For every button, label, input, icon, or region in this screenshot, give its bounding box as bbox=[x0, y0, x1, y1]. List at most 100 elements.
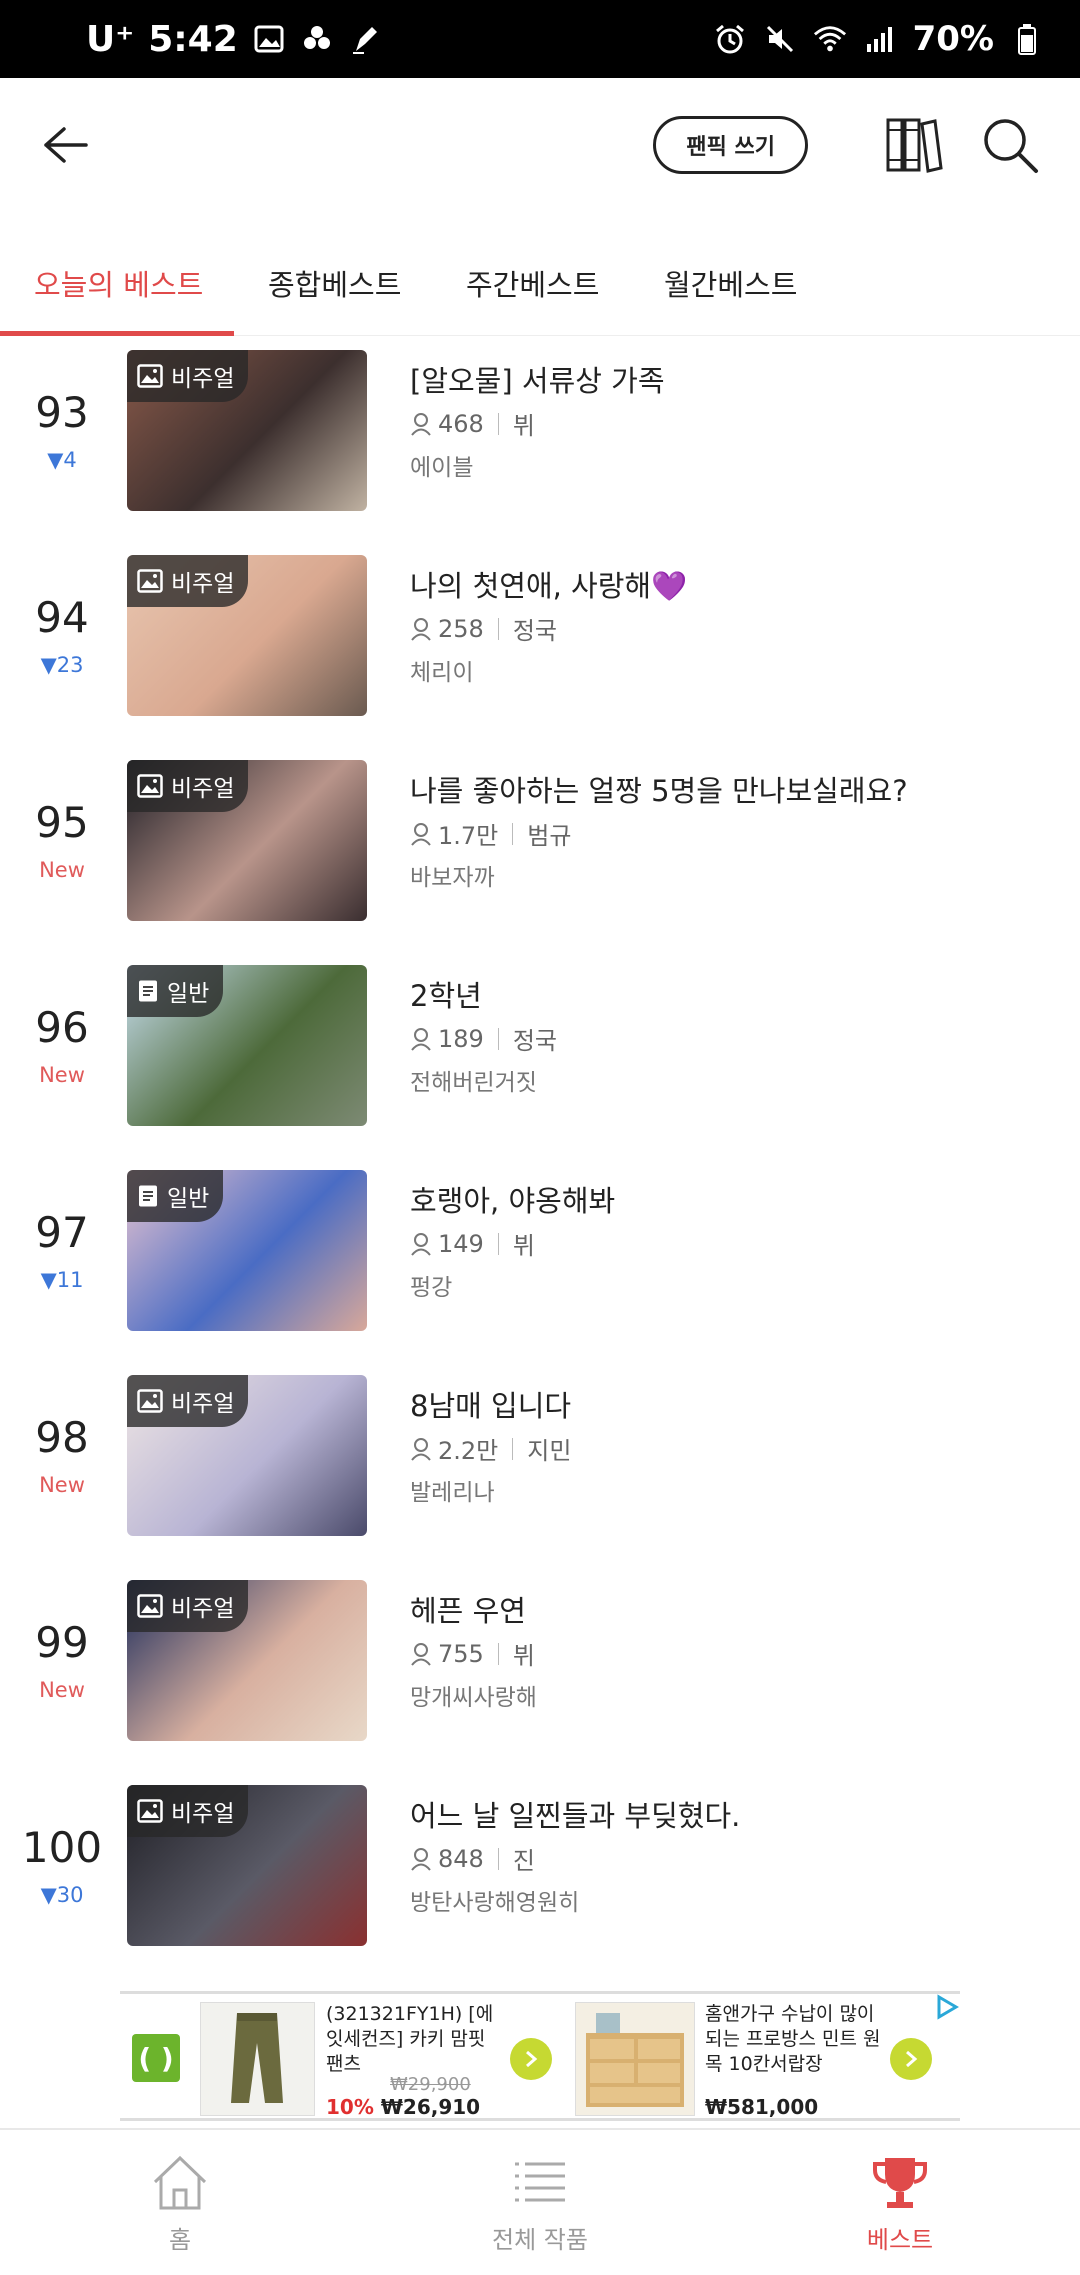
list-item[interactable]: 98 New 비주얼 8남매 입니다 2.2만 지민 발레리나 bbox=[0, 1361, 1080, 1566]
nav-home-label: 홈 bbox=[168, 2226, 192, 2254]
ad-item2-price: ₩581,000 bbox=[705, 2095, 819, 2119]
rank-change: ▼30 bbox=[40, 1883, 84, 1907]
ad-item1-go-button[interactable] bbox=[510, 2038, 552, 2080]
list-item[interactable]: 93 ▼4 비주얼 [알오물] 서류상 가족 468 뷔 에이블 bbox=[0, 336, 1080, 541]
person-icon bbox=[410, 412, 432, 436]
story-title[interactable]: 나의 첫연애, 사랑해💜 bbox=[410, 563, 687, 605]
story-title[interactable]: 호랭아, 야옹해봐 bbox=[410, 1178, 615, 1220]
tab-overall-best[interactable]: 종합베스트 bbox=[268, 230, 401, 336]
story-type-label: 비주얼 bbox=[171, 1801, 235, 1827]
list-item[interactable]: 99 New 비주얼 헤픈 우연 755 뷔 망개씨사랑해 bbox=[0, 1566, 1080, 1771]
back-arrow-icon bbox=[44, 127, 88, 163]
image-icon bbox=[137, 1799, 163, 1823]
list-item[interactable]: 100 ▼30 비주얼 어느 날 일찐들과 부딪혔다. 848 진 방탄사랑해영원히 bbox=[0, 1771, 1080, 1976]
books-icon bbox=[886, 118, 943, 173]
story-type-badge: 비주얼 bbox=[127, 1785, 249, 1837]
view-count: 1.7만 bbox=[438, 822, 499, 850]
person-icon bbox=[410, 1027, 432, 1051]
list-icon bbox=[515, 2162, 565, 2202]
ad-item2-title[interactable]: 홈앤가구 수납이 많이 되는 프로방스 민트 원목 10칸서랍장 bbox=[705, 2002, 890, 2077]
story-type-label: 비주얼 bbox=[171, 366, 235, 392]
story-type-label: 비주얼 bbox=[171, 1596, 235, 1622]
battery-icon bbox=[1010, 22, 1044, 56]
rank-number: 97 bbox=[35, 1208, 89, 1257]
tab-monthly-best[interactable]: 월간베스트 bbox=[664, 230, 797, 336]
view-count: 258 bbox=[438, 614, 484, 643]
nav-all-works[interactable]: 전체 작품 bbox=[440, 2130, 640, 2275]
search-button[interactable] bbox=[980, 115, 1040, 175]
ad-brand-logo: ( ) bbox=[132, 2034, 180, 2082]
author-name: 에이블 bbox=[410, 455, 474, 481]
story-thumbnail[interactable]: 비주얼 bbox=[127, 1375, 367, 1536]
ad-banner[interactable]: ( ) (321321FY1H) [에잇세컨즈] 카키 맘핏 팬츠 ₩29,90… bbox=[120, 1991, 960, 2121]
story-title[interactable]: 헤픈 우연 bbox=[410, 1588, 526, 1630]
ad-product-image-pants[interactable] bbox=[200, 2002, 315, 2116]
story-type-label: 비주얼 bbox=[171, 571, 235, 597]
ad-item2-go-button[interactable] bbox=[890, 2038, 932, 2080]
story-meta: 468 뷔 bbox=[410, 406, 535, 441]
image-icon bbox=[137, 1389, 163, 1413]
story-thumbnail[interactable]: 비주얼 bbox=[127, 555, 367, 716]
divider bbox=[497, 1642, 499, 1665]
person-icon bbox=[410, 1437, 432, 1461]
nav-all-works-label: 전체 작품 bbox=[492, 2226, 588, 2254]
story-type-label: 일반 bbox=[167, 981, 210, 1007]
list-item[interactable]: 96 New 일반 2학년 189 정국 전해버린거짓 bbox=[0, 951, 1080, 1156]
author-name: 망개씨사랑해 bbox=[410, 1685, 537, 1711]
story-type-label: 비주얼 bbox=[171, 1391, 235, 1417]
game-icon bbox=[300, 22, 334, 56]
view-count: 755 bbox=[438, 1639, 484, 1668]
ad-item1-title[interactable]: (321321FY1H) [에잇세컨즈] 카키 맘핏 팬츠 bbox=[326, 2002, 501, 2077]
story-title[interactable]: 8남매 입니다 bbox=[410, 1383, 571, 1425]
chevron-right-icon bbox=[526, 2050, 538, 2068]
home-icon bbox=[153, 2155, 207, 2210]
person-icon bbox=[410, 1847, 432, 1871]
rank-change: ▼11 bbox=[40, 1268, 84, 1292]
list-item[interactable]: 95 New 비주얼 나를 좋아하는 얼짱 5명을 만나보실래요? 1.7만 범규 바보자까 bbox=[0, 746, 1080, 951]
author-name: 방탄사랑해영원히 bbox=[410, 1890, 580, 1916]
story-title[interactable]: 2학년 bbox=[410, 973, 482, 1015]
adchoices-icon[interactable] bbox=[934, 1994, 960, 2020]
write-fanfic-button[interactable]: 팬픽 쓰기 bbox=[653, 116, 808, 174]
character-name: 지민 bbox=[527, 1437, 572, 1465]
gallery-icon bbox=[252, 22, 286, 56]
ranking-list: 93 ▼4 비주얼 [알오물] 서류상 가족 468 뷔 에이블 94 ▼23 비주얼 나의 첫연애… bbox=[0, 336, 1080, 1976]
nav-best[interactable]: 베스트 bbox=[800, 2130, 1000, 2275]
person-icon bbox=[410, 617, 432, 641]
story-meta: 755 뷔 bbox=[410, 1636, 535, 1671]
rank-number: 95 bbox=[35, 798, 89, 847]
story-thumbnail[interactable]: 비주얼 bbox=[127, 760, 367, 921]
clock: 5:42 bbox=[148, 18, 238, 60]
alarm-icon bbox=[713, 22, 747, 56]
story-meta: 258 정국 bbox=[410, 611, 557, 646]
nav-home[interactable]: 홈 bbox=[80, 2130, 280, 2275]
view-count: 149 bbox=[438, 1229, 484, 1258]
ad-product-image-drawer[interactable] bbox=[575, 2002, 695, 2116]
story-thumbnail[interactable]: 일반 bbox=[127, 965, 367, 1126]
story-thumbnail[interactable]: 비주얼 bbox=[127, 350, 367, 511]
story-type-badge: 비주얼 bbox=[127, 350, 249, 402]
story-title[interactable]: 어느 날 일찐들과 부딪혔다. bbox=[410, 1793, 740, 1835]
list-item[interactable]: 97 ▼11 일반 호랭아, 야옹해봐 149 뷔 펑강 bbox=[0, 1156, 1080, 1361]
list-item[interactable]: 94 ▼23 비주얼 나의 첫연애, 사랑해💜 258 정국 체리이 bbox=[0, 541, 1080, 746]
story-thumbnail[interactable]: 비주얼 bbox=[127, 1785, 367, 1946]
tab-today-best[interactable]: 오늘의 베스트 bbox=[34, 230, 203, 336]
story-thumbnail[interactable]: 일반 bbox=[127, 1170, 367, 1331]
story-thumbnail[interactable]: 비주얼 bbox=[127, 1580, 367, 1741]
rank-change: ▼23 bbox=[40, 653, 84, 677]
divider bbox=[497, 1847, 499, 1870]
divider bbox=[497, 1027, 499, 1050]
story-title[interactable]: 나를 좋아하는 얼짱 5명을 만나보실래요? bbox=[410, 768, 908, 810]
rank-number: 98 bbox=[35, 1413, 89, 1462]
carrier-label: U⁺ bbox=[86, 18, 135, 60]
character-name: 뷔 bbox=[512, 1642, 535, 1670]
author-name: 바보자까 bbox=[410, 865, 495, 891]
tab-weekly-best[interactable]: 주간베스트 bbox=[466, 230, 599, 336]
story-title[interactable]: [알오물] 서류상 가족 bbox=[410, 358, 665, 400]
library-button[interactable] bbox=[884, 115, 944, 175]
back-button[interactable] bbox=[40, 120, 90, 170]
ad-item1-old-price: ₩29,900 bbox=[390, 2074, 471, 2095]
story-type-badge: 일반 bbox=[127, 965, 224, 1017]
wifi-icon bbox=[813, 22, 847, 56]
rank-number: 93 bbox=[35, 388, 89, 437]
